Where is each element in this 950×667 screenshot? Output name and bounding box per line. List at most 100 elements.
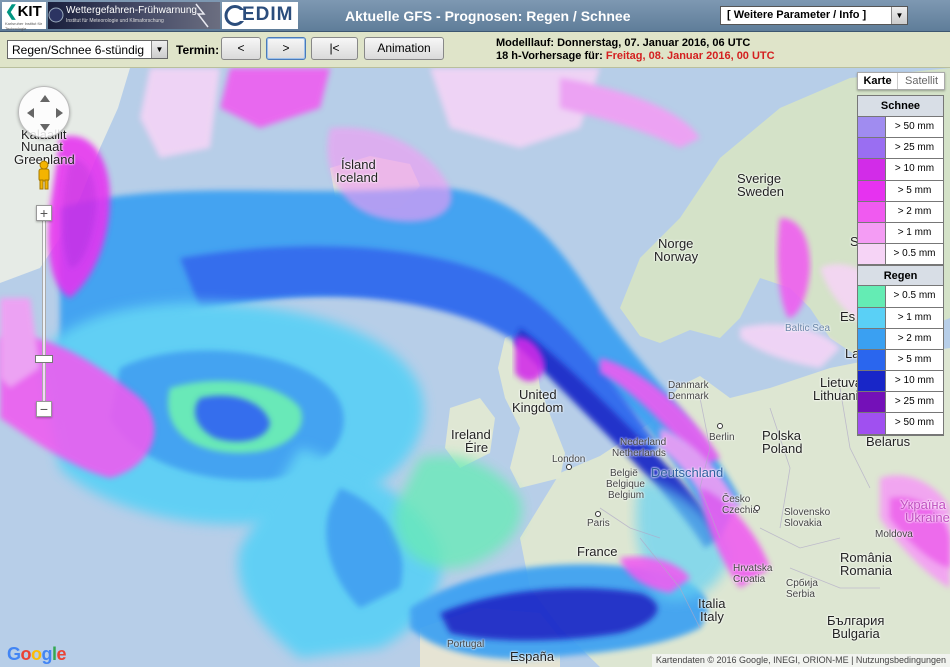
rain-legend-row: > 2 mm: [858, 328, 943, 350]
forecast-line: 18 h-Vorhersage für: Freitag, 08. Januar…: [496, 50, 775, 63]
snow-legend-row: > 1 mm: [858, 222, 943, 245]
control-toolbar: Regen/Schnee 6-stündig ▼ Termin: < > |< …: [0, 32, 950, 68]
legend-snow-title: Schnee: [858, 96, 943, 117]
snow-color-swatch: [858, 244, 886, 265]
street-view-pegman-icon[interactable]: [35, 160, 53, 190]
forecast-time: Freitag, 08. Januar 2016, 00 UTC: [605, 50, 775, 62]
zoom-out-button[interactable]: −: [36, 401, 52, 417]
label-iceland: Iceland: [336, 170, 378, 185]
rain-color-swatch: [858, 286, 886, 307]
rain-legend-label: > 10 mm: [894, 375, 935, 387]
cedim-ring-icon: [224, 5, 244, 26]
label-norway: Norway: [654, 249, 699, 264]
legend-rain-title: Regen: [858, 265, 943, 287]
cedim-logo[interactable]: EDIM: [222, 2, 298, 29]
snow-legend-row: > 5 mm: [858, 180, 943, 202]
model-run-info: Modelllauf: Donnerstag, 07. Januar 2016,…: [496, 37, 775, 63]
rain-legend-label: > 25 mm: [894, 396, 935, 408]
chevron-down-icon[interactable]: ▼: [891, 7, 907, 24]
kit-logo-subtitle: Karlsruher Institut für Technologie: [5, 21, 43, 31]
label-slovakia: Slovakia: [784, 518, 822, 529]
rain-legend-label: > 50 mm: [894, 417, 935, 429]
legend-snow-list: > 50 mm > 25 mm > 10 mm > 5 mm > 2 mm > 1 mm >…: [858, 117, 943, 266]
city-dot-london: [566, 464, 572, 470]
snow-legend-row: > 0.5 mm: [858, 244, 943, 266]
product-select-value: Regen/Schnee 6-stündig: [12, 43, 145, 57]
wettergefahren-logo[interactable]: Wettergefahren-Frühwarnung Institut für …: [48, 2, 220, 29]
map-type-karte-button[interactable]: Karte: [858, 73, 898, 89]
snow-legend-label: > 25 mm: [894, 142, 935, 154]
rain-legend-row: > 1 mm: [858, 307, 943, 329]
label-moldova: Moldova: [875, 529, 913, 540]
label-es-partial: Es: [840, 309, 856, 324]
rain-legend-row: > 10 mm: [858, 371, 943, 393]
snow-color-swatch: [858, 159, 886, 180]
city-dot-berlin: [717, 423, 723, 429]
kit-logo-mark: ❮: [5, 3, 18, 20]
snow-legend-row: > 25 mm: [858, 138, 943, 160]
product-select[interactable]: Regen/Schnee 6-stündig ▼: [7, 40, 168, 59]
label-ukraine-en: Ukraine: [905, 510, 950, 525]
rain-color-swatch: [858, 349, 886, 371]
label-eire: Éire: [465, 440, 489, 455]
zoom-in-button[interactable]: +: [36, 205, 52, 221]
snow-legend-row: > 2 mm: [858, 201, 943, 223]
snow-legend-label: > 5 mm: [897, 184, 932, 196]
rain-legend-row: > 0.5 mm: [858, 286, 943, 308]
rain-legend-label: > 2 mm: [897, 332, 932, 344]
snow-legend-label: > 1 mm: [897, 226, 932, 238]
label-baltic-sea: Baltic Sea: [785, 323, 831, 334]
rain-legend-row: > 50 mm: [858, 413, 943, 435]
label-poland: Poland: [762, 441, 803, 456]
first-time-button[interactable]: |<: [311, 37, 358, 60]
wettergefahren-title: Wettergefahren-Frühwarnung: [66, 5, 197, 16]
precipitation-legend: Schnee > 50 mm > 25 mm > 10 mm > 5 mm > 2 mm…: [857, 95, 944, 436]
label-netherlands: Netherlands: [612, 448, 666, 459]
parameter-select[interactable]: [ Weitere Parameter / Info ] ▼: [720, 6, 908, 25]
cedim-logo-text: EDIM: [242, 4, 294, 25]
header-bar: ❮KIT Karlsruher Institut für Technologie…: [0, 0, 950, 32]
label-sweden: Sweden: [737, 184, 784, 199]
google-logo[interactable]: Google: [7, 644, 67, 665]
label-bulgaria-en: Bulgaria: [832, 626, 880, 641]
snow-color-swatch: [858, 180, 886, 201]
rain-color-swatch: [858, 307, 886, 328]
map-type-control: Karte Satellit: [857, 72, 945, 90]
previous-time-button[interactable]: <: [221, 37, 261, 60]
label-france: France: [577, 544, 618, 559]
parameter-select-value: [ Weitere Parameter / Info ]: [727, 9, 867, 21]
label-belarus: Belarus: [866, 434, 911, 449]
wettergefahren-subtitle: Institut für Meteorologie und Klimaforsc…: [66, 18, 164, 24]
label-serbia: Serbia: [786, 589, 815, 600]
rain-color-swatch: [858, 413, 886, 434]
map-attribution[interactable]: Kartendaten © 2016 Google, INEGI, ORION-…: [651, 654, 950, 667]
rain-color-swatch: [858, 392, 886, 413]
plus-icon: +: [39, 205, 49, 221]
snow-legend-row: > 10 mm: [858, 159, 943, 181]
forecast-map[interactable]: Kalaallit Nunaat Greenland Ísland Icelan…: [0, 68, 950, 667]
label-denmark: Denmark: [668, 391, 709, 402]
snow-color-swatch: [858, 117, 886, 138]
zoom-slider-track[interactable]: [42, 218, 46, 408]
minus-icon: −: [39, 401, 49, 417]
kit-logo[interactable]: ❮KIT Karlsruher Institut für Technologie: [2, 2, 46, 31]
rain-color-swatch: [858, 328, 886, 349]
snow-legend-label: > 10 mm: [894, 163, 935, 175]
label-berlin: Berlin: [709, 432, 735, 443]
rain-legend-row: > 25 mm: [858, 392, 943, 414]
snow-legend-row: > 50 mm: [858, 117, 943, 139]
label-deutschland: Deutschland: [651, 465, 724, 480]
rain-legend-label: > 5 mm: [897, 353, 932, 365]
pan-control[interactable]: [18, 86, 70, 138]
snow-legend-label: > 50 mm: [894, 121, 935, 132]
snow-color-swatch: [858, 222, 886, 244]
label-italy: Italy: [700, 609, 724, 624]
chevron-down-icon[interactable]: ▼: [151, 41, 167, 58]
zoom-slider-handle[interactable]: [35, 355, 53, 363]
map-type-satellit-button[interactable]: Satellit: [899, 73, 944, 89]
animation-button[interactable]: Animation: [364, 37, 444, 60]
snow-legend-label: > 0.5 mm: [893, 248, 936, 260]
termin-label: Termin:: [176, 43, 220, 57]
next-time-button[interactable]: >: [266, 37, 306, 60]
snow-legend-label: > 2 mm: [897, 205, 932, 217]
